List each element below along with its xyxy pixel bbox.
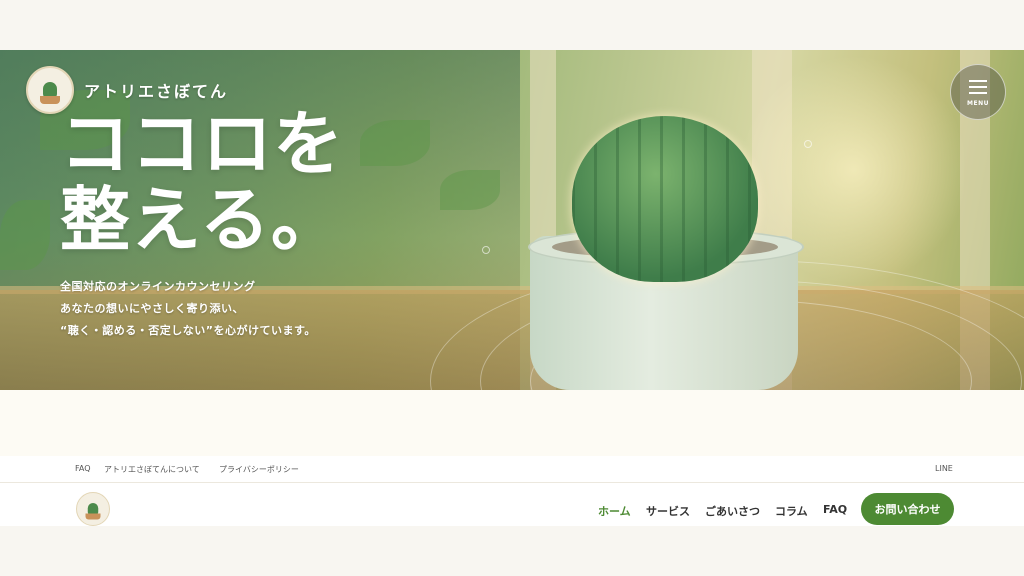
leaf-decoration xyxy=(440,170,500,210)
hero-lead: 全国対応のオンラインカウンセリング あなたの想いにやさしく寄り添い、 “聴く・認… xyxy=(60,276,316,342)
spacer-area xyxy=(0,390,1024,460)
utility-link-faq[interactable]: FAQ xyxy=(75,464,91,473)
hamburger-icon xyxy=(969,79,987,82)
nav-item-greeting[interactable]: ごあいさつ xyxy=(705,503,760,519)
lead-line-1: 全国対応のオンラインカウンセリング xyxy=(60,280,256,293)
utility-link-privacy[interactable]: プライバシーポリシー xyxy=(219,464,299,475)
top-margin xyxy=(0,0,1024,50)
contact-button[interactable]: お問い合わせ xyxy=(861,493,954,525)
nav-item-faq[interactable]: FAQ xyxy=(823,503,847,516)
utility-link-line[interactable]: LINE xyxy=(935,464,953,473)
headline-line-1: ココロを xyxy=(60,103,344,185)
utility-bar: FAQ アトリエさぼてんについて プライバシーポリシー LINE xyxy=(0,456,1024,483)
menu-button[interactable]: MENU xyxy=(950,64,1006,120)
nav-item-home[interactable]: ホーム xyxy=(598,503,631,519)
menu-label: MENU xyxy=(967,99,989,107)
leaf-decoration xyxy=(360,120,430,166)
nav-item-column[interactable]: コラム xyxy=(775,503,808,519)
leaf-decoration xyxy=(0,200,50,270)
bottom-margin xyxy=(0,526,1024,576)
lead-line-2: あなたの想いにやさしく寄り添い、 xyxy=(60,302,244,315)
lead-line-3: “聴く・認める・否定しない”を心がけています。 xyxy=(60,324,316,337)
headline-line-2: 整える。 xyxy=(60,179,342,261)
brand-name: アトリエさぼてん xyxy=(84,82,229,101)
nav-logo-icon[interactable] xyxy=(76,492,110,526)
nav-item-service[interactable]: サービス xyxy=(646,503,690,519)
utility-link-about[interactable]: アトリエさぼてんについて xyxy=(104,464,200,475)
cactus-image xyxy=(572,116,758,282)
hero-headline: ココロを 整える。 xyxy=(60,106,344,258)
